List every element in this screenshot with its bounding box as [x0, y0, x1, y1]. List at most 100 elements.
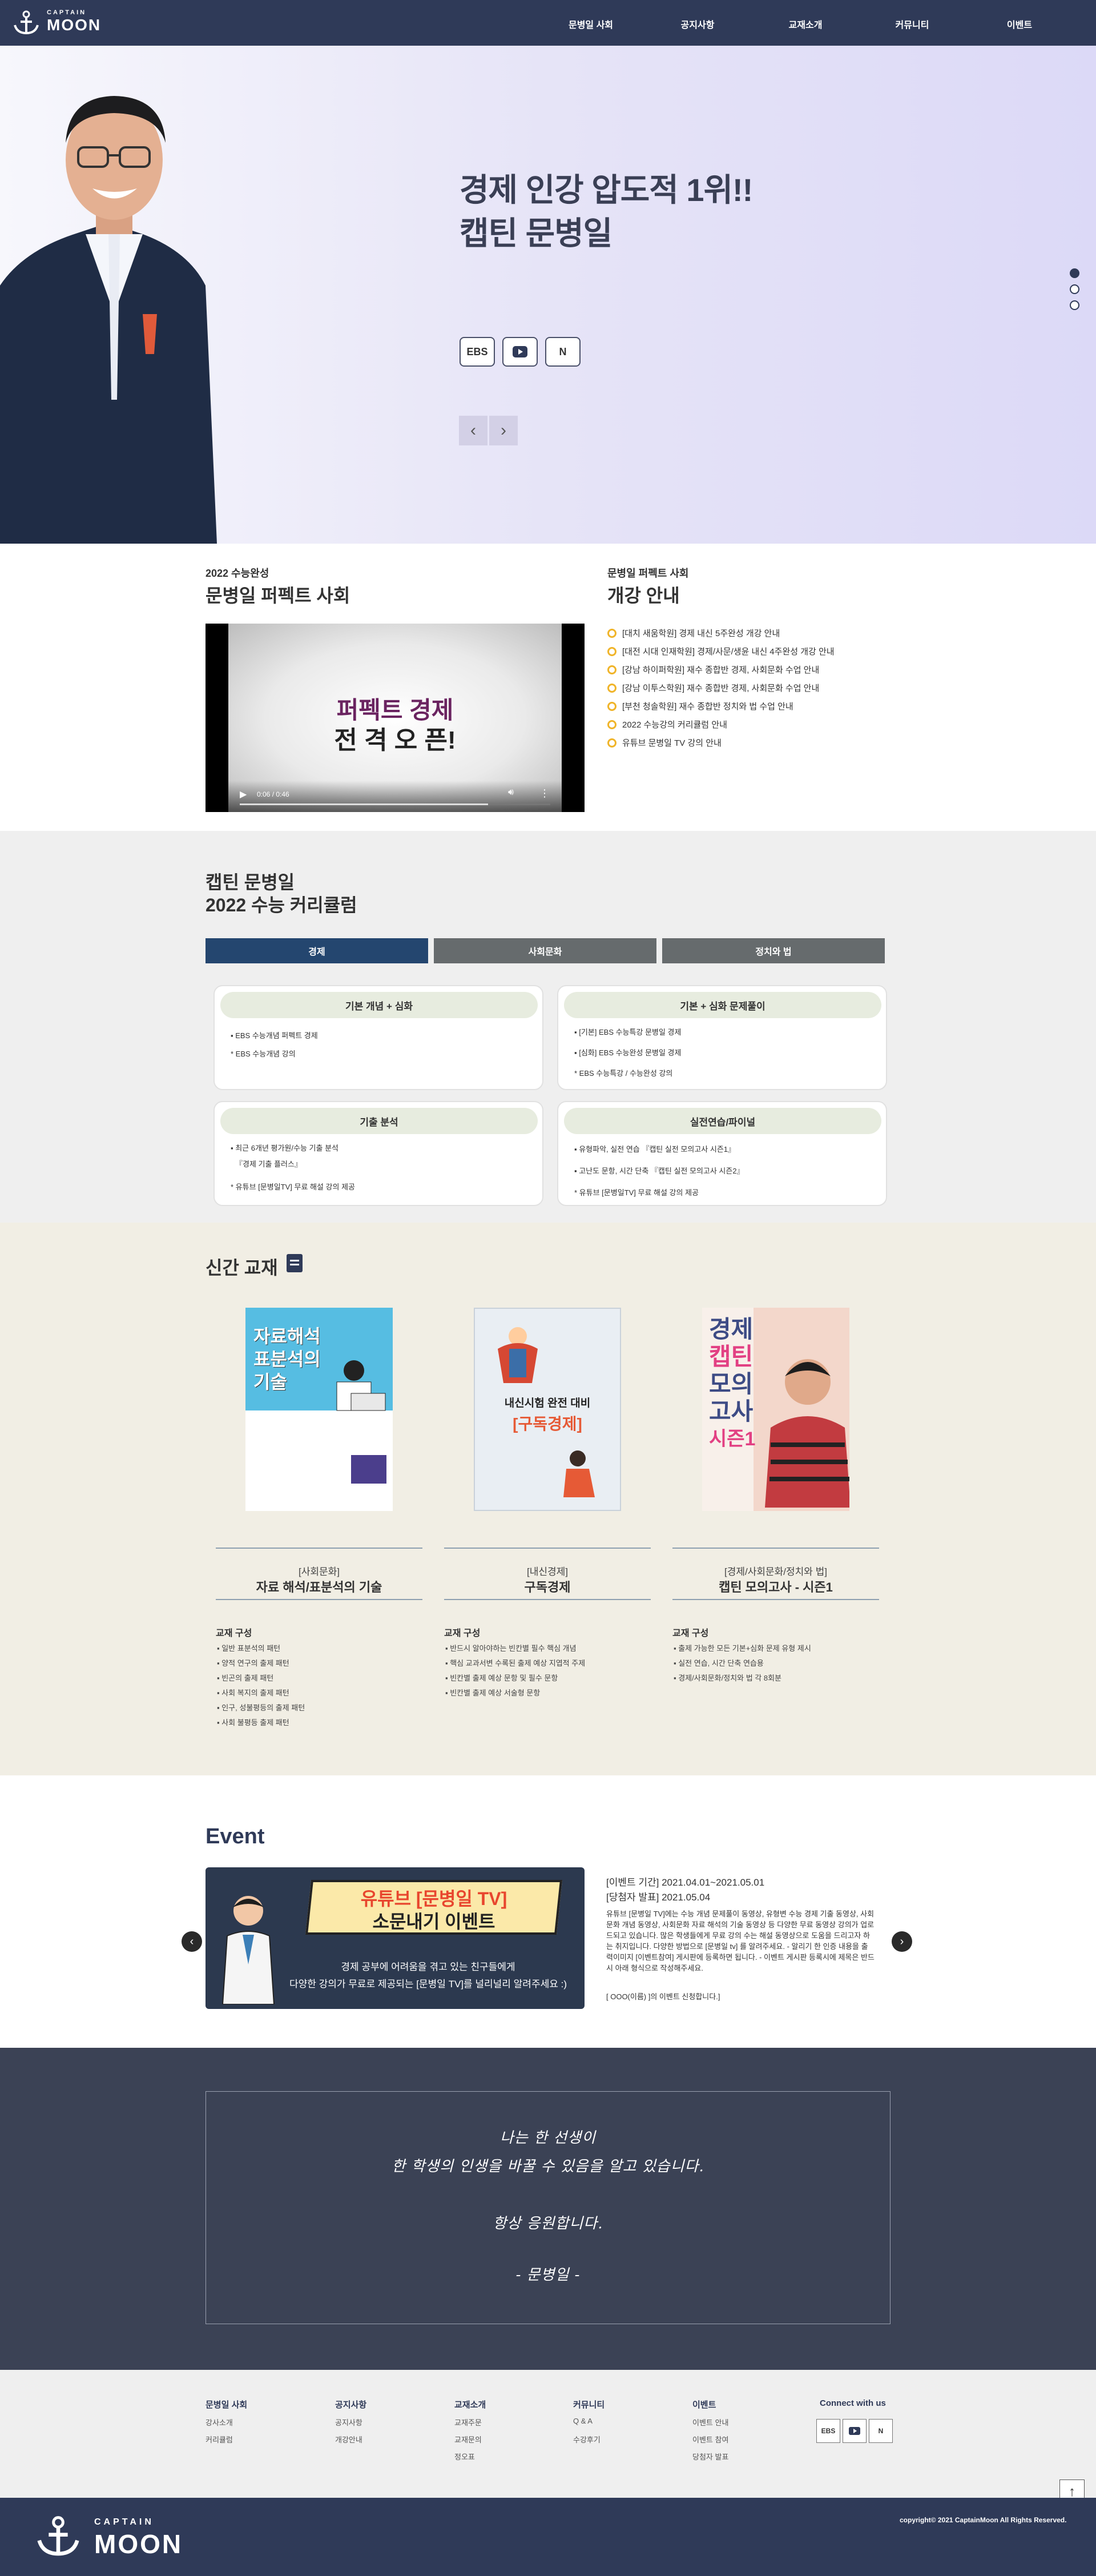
tab-economy[interactable]: 경제 — [206, 938, 428, 963]
nav-item-books[interactable]: 교재소개 — [765, 17, 845, 31]
notice-item[interactable]: 2022 수능강의 커리큘럼 안내 — [607, 718, 727, 730]
notice-item[interactable]: [강남 이투스학원] 재수 종합반 경제, 사회문화 수업 안내 — [607, 682, 819, 694]
footer-link[interactable]: 개강안내 — [335, 2434, 362, 2445]
footer-col-head[interactable]: 이벤트 — [692, 2398, 716, 2410]
footer-link[interactable]: 정오표 — [454, 2451, 475, 2462]
notice-item[interactable]: [대치 새움학원] 경제 내신 5주완성 개강 안내 — [607, 627, 780, 639]
event-banner-title-2: 소문내기 이벤트 — [372, 1911, 495, 1932]
book-composition-item: ▪ 일반 표분석의 패턴 — [217, 1644, 281, 1653]
nav-item-notice[interactable]: 공지사항 — [658, 17, 738, 31]
message-line: 나는 한 선생이 — [499, 2129, 597, 2147]
footer-link[interactable]: 교재주문 — [454, 2417, 482, 2428]
hero-dot-2[interactable] — [1070, 284, 1079, 294]
logo[interactable]: CAPTAIN MOON — [13, 8, 104, 38]
curriculum-card: 기출 분석 ▪ 최근 6개년 평가원/수능 기출 분석 『경제 기출 플러스』 … — [213, 1101, 543, 1206]
bullet-icon — [607, 720, 616, 729]
book-name[interactable]: 자료 해석/표분석의 기술 — [216, 1577, 422, 1596]
play-icon[interactable]: ▶ — [240, 789, 247, 800]
footer-col-head[interactable]: 커뮤니티 — [573, 2398, 605, 2410]
notice-item[interactable]: [대전 시대 인재학원] 경제/사문/생윤 내신 4주완성 개강 안내 — [607, 645, 835, 657]
card-line: ▪ [기본] EBS 수능특강 문병일 경제 — [574, 1028, 682, 1036]
teacher-illustration — [221, 1896, 275, 2004]
book-cover[interactable]: 내신시험 완전 대비 [구독경제] — [474, 1308, 621, 1511]
footer-link[interactable]: 교재문의 — [454, 2434, 482, 2445]
hero-title: 경제 인강 압도적 1위!! 캡틴 문병일 — [460, 168, 753, 255]
site-header: CAPTAIN MOON 문병일 사회 공지사항 교재소개 커뮤니티 이벤트 — [0, 0, 1096, 46]
notice-item[interactable]: [부천 청솔학원] 재수 종합반 정치와 법 수업 안내 — [607, 700, 793, 712]
book-category: [경제/사회문화/정치와 법] — [724, 1566, 827, 1577]
volume-icon[interactable]: 🔊︎ — [508, 787, 514, 798]
book-composition-item: ▪ 빈곤의 출제 패턴 — [217, 1674, 274, 1682]
book-category: [내신경제] — [526, 1566, 568, 1577]
footer-link[interactable]: 이벤트 안내 — [692, 2417, 728, 2428]
footer-logo-small: CAPTAIN — [94, 2517, 154, 2527]
book-composition-title: 교재 구성 — [216, 1629, 252, 1638]
curriculum-card: 기본 + 심화 문제풀이 ▪ [기본] EBS 수능특강 문병일 경제 ▪ [심… — [557, 985, 887, 1090]
tab-politics-law[interactable]: 정치와 법 — [662, 938, 885, 963]
bullet-icon — [607, 665, 616, 674]
hero-youtube-button[interactable] — [502, 337, 538, 367]
logo-big-text: MOON — [47, 16, 102, 34]
video-player[interactable]: 퍼펙트 경제 전 격 오 픈! ▶ 0:06 / 0:46 🔊︎ ⋮ — [206, 624, 585, 812]
nav-item-event[interactable]: 이벤트 — [980, 17, 1059, 31]
card-line: ▪ 고난도 문항, 시간 단축 『캡틴 실전 모의고사 시즌2』 — [574, 1167, 744, 1175]
notice-item[interactable]: 유튜브 문병일 TV 강의 안내 — [607, 737, 722, 749]
video-progress[interactable] — [240, 803, 550, 805]
footer-ebs-button[interactable]: EBS — [816, 2419, 840, 2443]
footer-link[interactable]: 이벤트 참여 — [692, 2434, 728, 2445]
book-composition-title: 교재 구성 — [672, 1629, 709, 1638]
footer-link[interactable]: 커리큘럼 — [206, 2434, 233, 2445]
bullet-icon — [607, 701, 616, 711]
book-cover[interactable]: 경제 캡틴 모의 고사 시즌1 — [702, 1308, 849, 1511]
hero-naver-button[interactable]: N — [545, 337, 581, 367]
hero-prev-button[interactable]: ‹ — [459, 416, 487, 445]
card-line: * EBS 수능개념 강의 — [231, 1050, 296, 1058]
hero-dot-3[interactable] — [1070, 300, 1079, 310]
footer-link[interactable]: Q & A — [573, 2417, 593, 2425]
nav-item-community[interactable]: 커뮤니티 — [872, 17, 952, 31]
footer-naver-button[interactable]: N — [869, 2419, 893, 2443]
notice-subtitle: 문병일 퍼펙트 사회 — [607, 568, 689, 579]
hero-dot-1[interactable] — [1070, 268, 1079, 278]
card-title: 실전연습/파이널 — [564, 1108, 881, 1134]
footer-col-head[interactable]: 문병일 사회 — [206, 2398, 247, 2410]
book-composition-item: ▪ 인구, 성불평등의 출제 패턴 — [217, 1703, 305, 1712]
hero-next-button[interactable]: › — [489, 416, 518, 445]
footer-col-head[interactable]: 교재소개 — [454, 2398, 486, 2410]
footer-link[interactable]: 강사소개 — [206, 2417, 233, 2428]
book-composition-item: ▪ 반드시 알아야하는 빈칸별 필수 핵심 개념 — [445, 1644, 577, 1653]
book-composition-item: ▪ 출제 가능한 모든 기본+심화 문제 유형 제시 — [674, 1644, 811, 1653]
nav-item-about[interactable]: 문병일 사회 — [551, 17, 631, 31]
youtube-icon — [849, 2427, 860, 2435]
footer-link[interactable]: 수강후기 — [573, 2434, 601, 2445]
video-screen[interactable]: 퍼펙트 경제 전 격 오 픈! ▶ 0:06 / 0:46 🔊︎ ⋮ — [228, 624, 562, 812]
event-prev-button[interactable]: ‹ — [182, 1931, 202, 1952]
footer-logo-big: MOON — [94, 2529, 183, 2559]
card-line: ▪ 최근 6개년 평가원/수능 기출 분석 — [231, 1144, 339, 1152]
more-icon[interactable]: ⋮ — [539, 787, 550, 799]
footer-col-head[interactable]: 공지사항 — [335, 2398, 366, 2410]
copyright: copyright© 2021 CaptainMoon All Rights R… — [900, 2516, 1067, 2524]
book-name[interactable]: 구독경제 — [444, 1577, 651, 1596]
hero-ebs-button[interactable]: EBS — [460, 337, 495, 367]
book-composition-title: 교재 구성 — [444, 1629, 481, 1638]
footer-link[interactable]: 당첨자 발표 — [692, 2451, 728, 2462]
notice-item[interactable]: [강남 하이퍼학원] 재수 종합반 경제, 사회문화 수업 안내 — [607, 664, 819, 676]
event-announce: [당첨자 발표] 2021.05.04 — [606, 1892, 711, 1903]
footer-link[interactable]: 공지사항 — [335, 2417, 362, 2428]
card-line: 『경제 기출 플러스』 — [235, 1160, 302, 1168]
book-cover[interactable]: 자료해석 표분석의 기술 — [245, 1308, 393, 1511]
tab-society-culture[interactable]: 사회문화 — [434, 938, 656, 963]
card-line: * 유튜브 [문병일TV] 무료 해설 강의 제공 — [231, 1183, 356, 1191]
book-name[interactable]: 캡틴 모의고사 - 시즌1 — [672, 1577, 879, 1596]
event-next-button[interactable]: › — [892, 1931, 912, 1952]
video-controls: ▶ 0:06 / 0:46 🔊︎ ⋮ — [228, 781, 562, 812]
connect-heading: Connect with us — [820, 2398, 886, 2408]
event-title: Event — [206, 1825, 265, 1848]
book-category: [사회문화] — [298, 1566, 340, 1577]
event-banner[interactable]: 유튜브 [문병일 TV] 소문내기 이벤트 경제 공부에 어려움을 겪고 있는 … — [206, 1867, 585, 2009]
footer-youtube-button[interactable] — [843, 2419, 867, 2443]
card-line: * 유튜브 [문병일TV] 무료 해설 강의 제공 — [574, 1188, 699, 1197]
bullet-icon — [607, 628, 616, 638]
hero-illustration — [498, 1327, 538, 1383]
